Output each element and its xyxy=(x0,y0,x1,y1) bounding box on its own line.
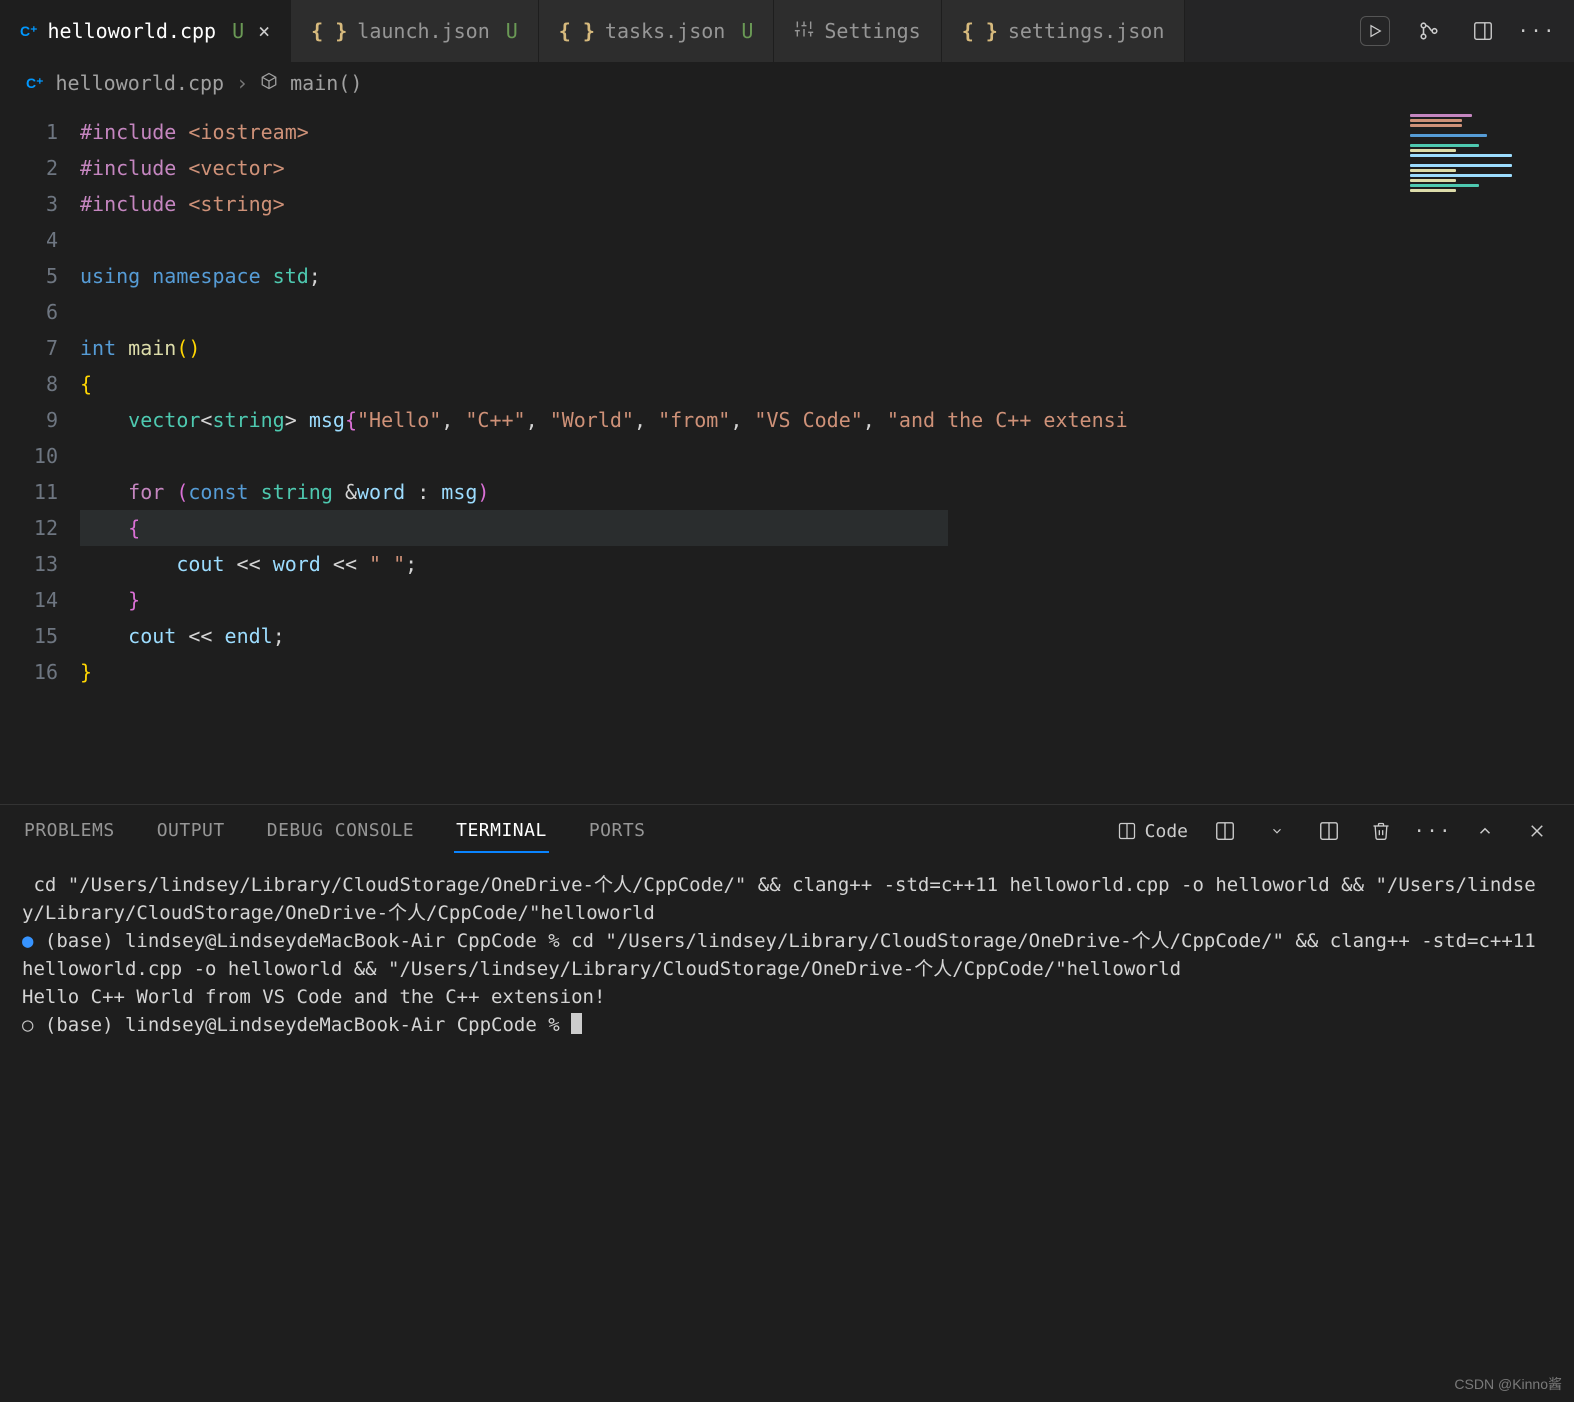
code-line[interactable]: { xyxy=(80,510,948,546)
tab-settings-json[interactable]: { } settings.json xyxy=(942,0,1186,62)
split-editor-right-icon[interactable] xyxy=(1468,16,1498,46)
code-line[interactable]: #include <string> xyxy=(80,186,1128,222)
line-number: 11 xyxy=(0,474,58,510)
line-number: 10 xyxy=(0,438,58,474)
line-number: 12 xyxy=(0,510,58,546)
line-number: 15 xyxy=(0,618,58,654)
breadcrumb-sep: › xyxy=(236,71,248,95)
more-editor-actions-icon[interactable]: ··· xyxy=(1522,16,1552,46)
code-line[interactable]: } xyxy=(80,582,1128,618)
line-number: 1 xyxy=(0,114,58,150)
panel-actions: Code ··· xyxy=(1117,816,1552,846)
code-line[interactable]: } xyxy=(80,654,1128,690)
source-control-icon[interactable] xyxy=(1414,16,1444,46)
json-file-icon: { } xyxy=(962,19,998,43)
code-line[interactable] xyxy=(80,294,1128,330)
tab-label: Settings xyxy=(824,19,920,43)
panel-tab-output[interactable]: OUTPUT xyxy=(155,810,227,853)
split-editor-icon[interactable] xyxy=(1314,816,1344,846)
tab-helloworld-cpp[interactable]: C⁺ helloworld.cpp U × xyxy=(0,0,291,62)
split-terminal-icon[interactable] xyxy=(1210,816,1240,846)
panel-tabs: PROBLEMS OUTPUT DEBUG CONSOLE TERMINAL PORTS… xyxy=(0,805,1574,857)
watermark: CSDN @Kinno酱 xyxy=(1454,1374,1562,1394)
code-line[interactable]: { xyxy=(80,366,1128,402)
more-actions-icon[interactable]: ··· xyxy=(1418,816,1448,846)
line-number: 6 xyxy=(0,294,58,330)
terminal[interactable]: cd "/Users/lindsey/Library/CloudStorage/… xyxy=(0,857,1574,1402)
line-number: 8 xyxy=(0,366,58,402)
json-file-icon: { } xyxy=(559,19,595,43)
tab-modified-badge: U xyxy=(741,19,753,43)
panel-tab-terminal[interactable]: TERMINAL xyxy=(454,810,549,853)
tab-settings[interactable]: Settings xyxy=(774,0,941,62)
tab-label: launch.json xyxy=(357,19,489,43)
maximize-panel-icon[interactable] xyxy=(1470,816,1500,846)
terminal-profile-select[interactable]: Code xyxy=(1117,821,1188,842)
kill-terminal-icon[interactable] xyxy=(1366,816,1396,846)
editor-tabs: C⁺ helloworld.cpp U × { } launch.json U { } task… xyxy=(0,0,1574,62)
code-line[interactable]: vector<string> msg{"Hello", "C++", "Worl… xyxy=(80,402,1128,438)
code-area[interactable]: #include <iostream>#include <vector>#inc… xyxy=(80,104,1128,804)
panel-tab-ports[interactable]: PORTS xyxy=(587,810,648,853)
bottom-panel: PROBLEMS OUTPUT DEBUG CONSOLE TERMINAL PORTS… xyxy=(0,804,1574,1402)
terminal-cursor xyxy=(571,1013,582,1034)
minimap[interactable] xyxy=(1404,110,1570,370)
breadcrumb-file[interactable]: helloworld.cpp xyxy=(56,71,225,95)
line-number: 9 xyxy=(0,402,58,438)
tab-launch-json[interactable]: { } launch.json U xyxy=(291,0,539,62)
line-number: 14 xyxy=(0,582,58,618)
line-number: 13 xyxy=(0,546,58,582)
line-number: 3 xyxy=(0,186,58,222)
code-editor[interactable]: 12345678910111213141516 #include <iostre… xyxy=(0,104,1574,804)
code-line[interactable]: cout << word << " "; xyxy=(80,546,1128,582)
code-line[interactable] xyxy=(80,222,1128,258)
panel-tab-list: PROBLEMS OUTPUT DEBUG CONSOLE TERMINAL PORTS xyxy=(22,810,648,853)
terminal-line: ● (base) lindsey@LindseydeMacBook-Air Cp… xyxy=(22,927,1552,983)
run-button[interactable] xyxy=(1360,16,1390,46)
settings-icon xyxy=(794,19,814,44)
tab-modified-badge: U xyxy=(232,19,244,43)
code-line[interactable]: int main() xyxy=(80,330,1128,366)
breadcrumb[interactable]: C⁺ helloworld.cpp › main() xyxy=(0,62,1574,104)
chevron-down-icon[interactable] xyxy=(1262,816,1292,846)
line-gutter: 12345678910111213141516 xyxy=(0,104,80,804)
line-number: 2 xyxy=(0,150,58,186)
terminal-line: Hello C++ World from VS Code and the C++… xyxy=(22,983,1552,1011)
tab-label: helloworld.cpp xyxy=(48,19,217,43)
code-line[interactable]: #include <vector> xyxy=(80,150,1128,186)
line-number: 16 xyxy=(0,654,58,690)
code-line[interactable]: using namespace std; xyxy=(80,258,1128,294)
json-file-icon: { } xyxy=(311,19,347,43)
line-number: 7 xyxy=(0,330,58,366)
line-number: 4 xyxy=(0,222,58,258)
tab-label: settings.json xyxy=(1008,19,1165,43)
line-number: 5 xyxy=(0,258,58,294)
code-line[interactable]: cout << endl; xyxy=(80,618,1128,654)
code-line[interactable]: #include <iostream> xyxy=(80,114,1128,150)
panel-tab-debug-console[interactable]: DEBUG CONSOLE xyxy=(265,810,416,853)
close-tab-icon[interactable]: × xyxy=(258,19,270,43)
terminal-line: ○ (base) lindsey@LindseydeMacBook-Air Cp… xyxy=(22,1011,1552,1039)
cpp-file-icon: C⁺ xyxy=(26,75,44,92)
code-line[interactable]: for (const string &word : msg) xyxy=(80,474,1128,510)
panel-tab-problems[interactable]: PROBLEMS xyxy=(22,810,117,853)
close-panel-icon[interactable] xyxy=(1522,816,1552,846)
code-line[interactable] xyxy=(80,438,1128,474)
cpp-file-icon: C⁺ xyxy=(20,23,38,40)
terminal-line: cd "/Users/lindsey/Library/CloudStorage/… xyxy=(22,871,1552,927)
tab-tasks-json[interactable]: { } tasks.json U xyxy=(539,0,775,62)
breadcrumb-symbol[interactable]: main() xyxy=(290,71,362,95)
tab-modified-badge: U xyxy=(506,19,518,43)
tab-label: tasks.json xyxy=(605,19,725,43)
symbol-icon xyxy=(260,71,278,95)
